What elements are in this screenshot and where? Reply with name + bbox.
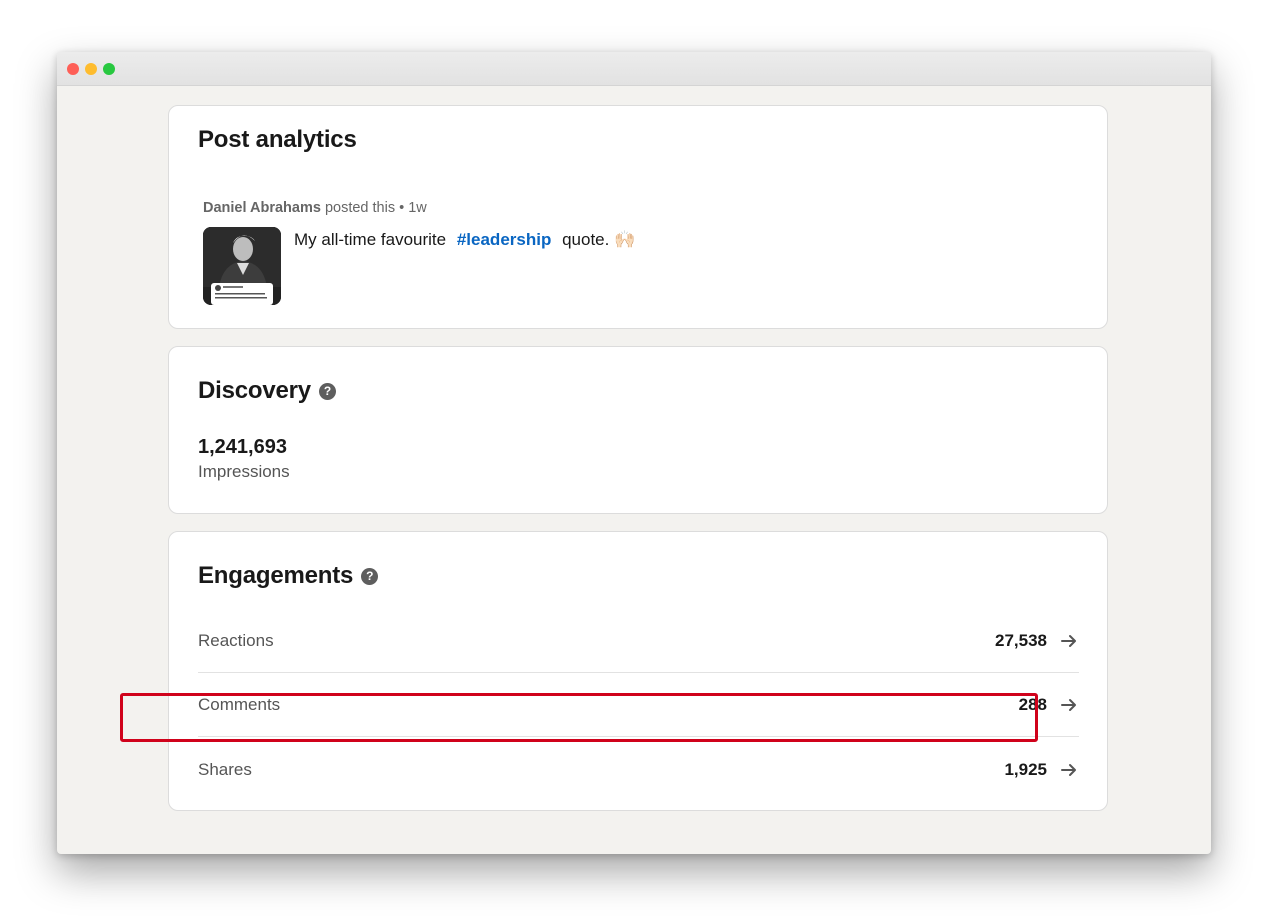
engagement-value: 27,538: [995, 631, 1047, 650]
arrow-right-icon[interactable]: [1059, 760, 1079, 780]
maximize-window-button[interactable]: [103, 63, 115, 75]
engagement-label: Reactions: [198, 631, 274, 650]
engagement-value-group: 288: [1019, 695, 1079, 715]
help-icon[interactable]: ?: [361, 567, 379, 585]
minimize-window-button[interactable]: [85, 63, 97, 75]
engagement-row-reactions[interactable]: Reactions 27,538: [198, 610, 1079, 673]
discovery-heading: Discovery ?: [198, 377, 336, 405]
portrait-image-icon: [203, 227, 281, 305]
post-analytics-card: Post analytics Daniel Abrahams posted th…: [168, 105, 1108, 329]
hashtag-link[interactable]: #leadership: [457, 230, 552, 249]
post-text-start: My all-time favourite: [294, 230, 447, 249]
discovery-card: Discovery ? 1,241,693 Impressions: [168, 346, 1108, 514]
engagement-value: 1,925: [1004, 759, 1047, 779]
arrow-right-icon[interactable]: [1059, 631, 1079, 651]
post-author[interactable]: Daniel Abrahams: [203, 200, 321, 216]
engagement-row-comments[interactable]: Comments 288: [198, 674, 1079, 737]
post-meta-suffix: posted this • 1w: [324, 200, 427, 216]
engagement-label: Comments: [198, 695, 281, 714]
post-text: My all-time favourite #leadership quote.…: [294, 230, 635, 250]
engagement-label: Shares: [198, 759, 252, 779]
impressions-label: Impressions: [198, 462, 290, 481]
discovery-title: Discovery: [198, 377, 311, 404]
help-icon[interactable]: ?: [318, 382, 336, 400]
engagements-heading: Engagements ?: [198, 562, 379, 590]
post-meta: Daniel Abrahams posted this • 1w: [203, 200, 427, 216]
engagements-title: Engagements: [198, 562, 354, 589]
post-text-end: quote. 🙌🏻: [562, 230, 636, 249]
page-title: Post analytics: [198, 126, 357, 153]
engagement-value: 288: [1018, 695, 1047, 714]
engagement-row-shares[interactable]: Shares 1,925: [198, 738, 1079, 801]
browser-window: Post analytics Daniel Abrahams posted th…: [57, 52, 1211, 854]
impressions-value: 1,241,693: [198, 436, 287, 458]
arrow-right-icon[interactable]: [1059, 695, 1079, 715]
engagement-value-group: 1,925: [1004, 760, 1079, 780]
engagement-value-group: 27,538: [995, 631, 1079, 651]
window-titlebar: [57, 52, 1211, 86]
post-thumbnail[interactable]: [203, 227, 281, 305]
close-window-button[interactable]: [67, 63, 79, 75]
engagements-card: Engagements ? Reactions 27,538 Comments …: [168, 531, 1108, 811]
